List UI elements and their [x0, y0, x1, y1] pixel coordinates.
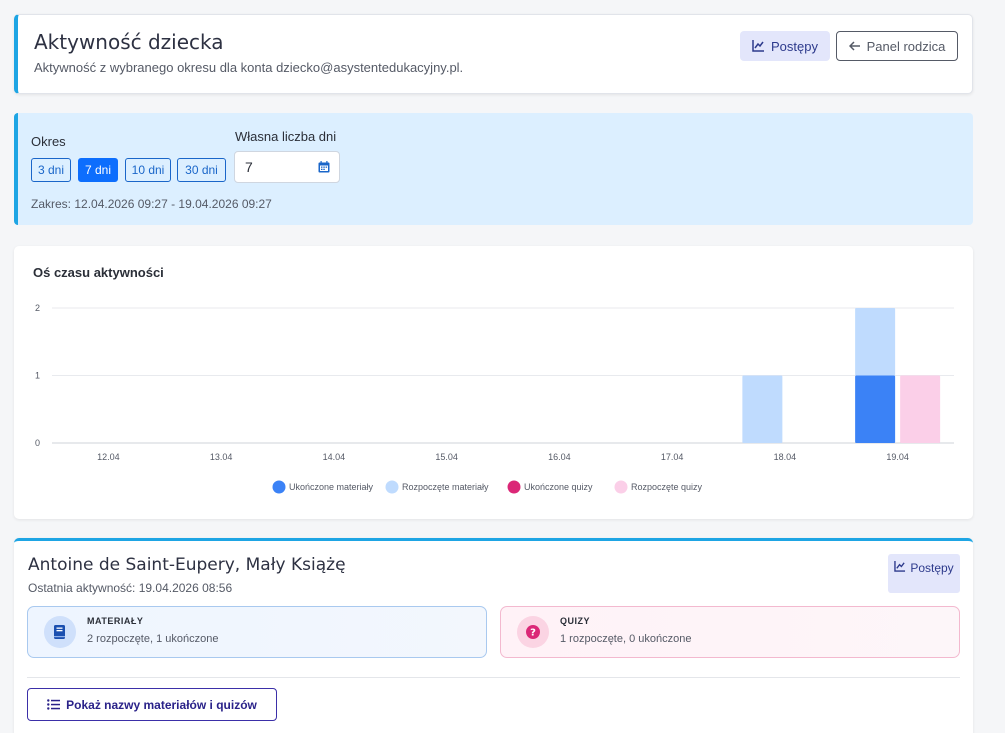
- legend-swatch: [385, 480, 399, 494]
- book-title: Antoine de Saint-Eupery, Mały Książę: [28, 555, 346, 575]
- filter-card: Okres 3 dni 7 dni 10 dni 30 dni Własna l…: [14, 113, 973, 225]
- x-tick-label: 17.04: [661, 452, 684, 462]
- period-label: Okres: [31, 134, 66, 149]
- progress-button[interactable]: Postępy: [740, 31, 830, 61]
- y-tick-label: 0: [35, 438, 40, 448]
- legend-swatch: [614, 480, 628, 494]
- activity-chart: 0 1 2 12.04 13.04 14.04 15.04 16.04 17.04 18.04 19…: [35, 303, 954, 494]
- list-icon: [47, 699, 61, 710]
- x-tick-label: 18.04: [774, 452, 797, 462]
- bar: [900, 375, 941, 443]
- custom-days-input[interactable]: 7: [234, 151, 340, 183]
- x-tick-label: 14.04: [323, 452, 346, 462]
- x-tick-label: 12.04: [97, 452, 120, 462]
- period-30-button[interactable]: 30 dni: [177, 158, 226, 182]
- legend-label: Rozpoczęte materiały: [402, 482, 489, 492]
- book-icon: [54, 625, 65, 639]
- bar: [742, 375, 783, 443]
- book-last-activity: Ostatnia aktywność: 19.04.2026 08:56: [28, 581, 233, 595]
- bar: [855, 308, 896, 376]
- header-card: Aktywność dziecka Aktywność z wybranego …: [14, 14, 973, 94]
- question-icon: ?: [526, 625, 540, 639]
- chart-line-icon: [752, 40, 764, 52]
- parent-panel-label: Panel rodzica: [866, 38, 946, 54]
- chart-card: Oś czasu aktywności 0 1 2 12.04 13.04 14.04 15…: [14, 246, 973, 519]
- y-tick-label: 1: [35, 371, 40, 381]
- book-progress-button[interactable]: Postępy: [888, 554, 960, 593]
- period-7-button[interactable]: 7 dni: [78, 158, 118, 182]
- quizzes-value: 1 rozpoczęte, 0 ukończone: [560, 633, 692, 645]
- page-subtitle: Aktywność z wybranego okresu dla konta d…: [34, 60, 464, 75]
- svg-text:?: ?: [530, 628, 536, 639]
- quizzes-stat: ? QUIZY 1 rozpoczęte, 0 ukończone: [500, 606, 960, 658]
- quizzes-heading: QUIZY: [560, 616, 591, 626]
- book-card: Antoine de Saint-Eupery, Mały Książę Ost…: [14, 538, 973, 733]
- parent-panel-button[interactable]: Panel rodzica: [836, 31, 958, 61]
- book-progress-label: Postępy: [910, 561, 954, 575]
- period-10-button[interactable]: 10 dni: [125, 158, 171, 182]
- custom-days-value: 7: [245, 159, 253, 175]
- bar: [855, 375, 896, 443]
- y-tick-label: 2: [35, 303, 40, 313]
- page-title: Aktywność dziecka: [34, 30, 224, 54]
- materials-stat: MATERIAŁY 2 rozpoczęte, 1 ukończone: [27, 606, 487, 658]
- materials-heading: MATERIAŁY: [87, 616, 144, 626]
- chart-line-icon: [894, 561, 906, 572]
- legend-label: Ukończone materiały: [289, 482, 374, 492]
- range-text: Zakres: 12.04.2026 09:27 - 19.04.2026 09…: [31, 197, 272, 211]
- materials-value: 2 rozpoczęte, 1 ukończone: [87, 633, 219, 645]
- divider: [27, 677, 960, 678]
- x-tick-label: 13.04: [210, 452, 233, 462]
- x-tick-label: 15.04: [435, 452, 458, 462]
- legend-label: Rozpoczęte quizy: [631, 482, 703, 492]
- calendar-icon[interactable]: [318, 161, 330, 173]
- custom-days-label: Własna liczba dni: [235, 129, 337, 144]
- x-tick-label: 16.04: [548, 452, 571, 462]
- arrow-left-icon: [848, 41, 860, 51]
- legend-swatch: [272, 480, 286, 494]
- show-names-button[interactable]: Pokaż nazwy materiałów i quizów: [27, 688, 277, 721]
- x-tick-label: 19.04: [886, 452, 909, 462]
- legend-swatch: [507, 480, 521, 494]
- progress-button-label: Postępy: [771, 38, 818, 54]
- show-names-label: Pokaż nazwy materiałów i quizów: [66, 697, 257, 712]
- legend-label: Ukończone quizy: [524, 482, 593, 492]
- period-3-button[interactable]: 3 dni: [31, 158, 71, 182]
